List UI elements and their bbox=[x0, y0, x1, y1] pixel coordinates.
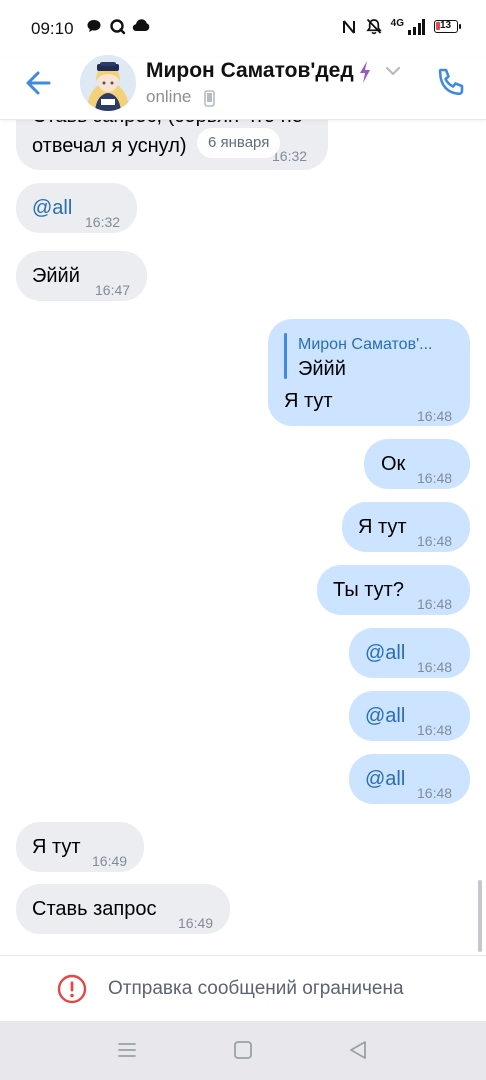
avatar-anime-girl-icon bbox=[80, 55, 136, 111]
message-bubble-reply[interactable]: Мирон Саматов'... Эййй Я тут 16:48 bbox=[268, 319, 470, 426]
lightning-icon bbox=[360, 61, 370, 83]
message-time: 16:48 bbox=[417, 470, 453, 486]
message-time: 16:48 bbox=[417, 659, 453, 675]
contact-status: online bbox=[146, 87, 192, 106]
message-time: 16:48 bbox=[417, 533, 453, 549]
message-bubble[interactable]: Эййй 16:47 bbox=[16, 251, 147, 301]
message-text: Ставь запрос bbox=[32, 898, 157, 920]
status-bar: 09:10 4G 13 bbox=[0, 0, 486, 58]
message-text: Эййй bbox=[32, 265, 80, 287]
date-separator: 6 января bbox=[197, 128, 281, 158]
back-arrow-icon bbox=[26, 71, 51, 95]
message-time: 16:47 bbox=[95, 282, 131, 298]
chat-header: Мирон Саматов'дед online bbox=[0, 55, 486, 120]
message-text: Я тут bbox=[358, 516, 407, 538]
battery-icon: 13 bbox=[434, 20, 461, 33]
message-bubble[interactable]: @all 16:32 bbox=[16, 183, 137, 233]
reply-accent-bar bbox=[284, 333, 287, 379]
message-time: 16:49 bbox=[178, 915, 214, 931]
message-text: Ты тут? bbox=[333, 579, 404, 601]
system-navigation-bar bbox=[0, 1021, 486, 1080]
signal-icon bbox=[408, 18, 425, 35]
message-bubble-icon bbox=[87, 20, 101, 32]
restricted-message: Отправка сообщений ограничена bbox=[108, 978, 404, 999]
mention-link[interactable]: @all bbox=[365, 765, 405, 793]
back-triangle-icon[interactable] bbox=[347, 1039, 369, 1061]
scrollbar[interactable] bbox=[478, 880, 482, 952]
home-square-icon[interactable] bbox=[232, 1039, 254, 1061]
message-text: Я тут bbox=[32, 836, 81, 858]
message-bubble[interactable]: @all 16:48 bbox=[349, 691, 470, 741]
contact-avatar[interactable] bbox=[80, 55, 136, 111]
message-text: Я тут bbox=[284, 390, 333, 412]
search-circle-icon bbox=[110, 19, 126, 35]
battery-level: 13 bbox=[440, 20, 452, 31]
messaging-restricted-bar: Отправка сообщений ограничена bbox=[0, 955, 486, 1021]
message-bubble[interactable]: Я тут 16:48 bbox=[342, 502, 470, 552]
message-bubble[interactable]: Ставь запрос, (сорьян что не отвечал я у… bbox=[16, 120, 328, 170]
message-time: 16:48 bbox=[417, 596, 453, 612]
chevron-down-icon[interactable] bbox=[384, 64, 402, 78]
message-time: 16:48 bbox=[417, 722, 453, 738]
phone-icon bbox=[438, 68, 464, 96]
contact-name[interactable]: Мирон Саматов'дед bbox=[146, 59, 354, 83]
network-type: 4G bbox=[390, 18, 404, 29]
reply-quote-text: Эййй bbox=[298, 358, 346, 380]
menu-icon[interactable] bbox=[116, 1039, 138, 1061]
mention-link[interactable]: @all bbox=[365, 639, 405, 667]
message-bubble[interactable]: Я тут 16:49 bbox=[16, 822, 144, 872]
mention-link[interactable]: @all bbox=[365, 702, 405, 730]
back-button[interactable] bbox=[20, 66, 58, 100]
nfc-icon bbox=[342, 19, 355, 34]
message-bubble[interactable]: Ок 16:48 bbox=[364, 439, 470, 489]
message-bubble[interactable]: @all 16:48 bbox=[349, 754, 470, 804]
message-text-line2: отвечал я уснул) bbox=[32, 135, 187, 157]
call-button[interactable] bbox=[432, 64, 470, 102]
mute-bell-icon bbox=[365, 18, 382, 35]
message-bubble[interactable]: @all 16:48 bbox=[349, 628, 470, 678]
mobile-phone-icon bbox=[204, 90, 215, 107]
message-time: 16:48 bbox=[417, 785, 453, 801]
message-time: 16:49 bbox=[92, 853, 128, 869]
mention-link[interactable]: @all bbox=[32, 194, 72, 222]
message-list[interactable]: Ставь запрос, (сорьян что не отвечал я у… bbox=[0, 120, 486, 955]
cloud-icon bbox=[132, 19, 150, 31]
message-text: Ок bbox=[381, 453, 406, 475]
message-bubble[interactable]: Ставь запрос 16:49 bbox=[16, 884, 230, 934]
message-time: 16:32 bbox=[85, 214, 121, 230]
status-time: 09:10 bbox=[31, 19, 74, 38]
message-time: 16:48 bbox=[417, 408, 453, 424]
warning-circle-icon bbox=[57, 974, 87, 1004]
message-bubble[interactable]: Ты тут? 16:48 bbox=[317, 565, 470, 615]
